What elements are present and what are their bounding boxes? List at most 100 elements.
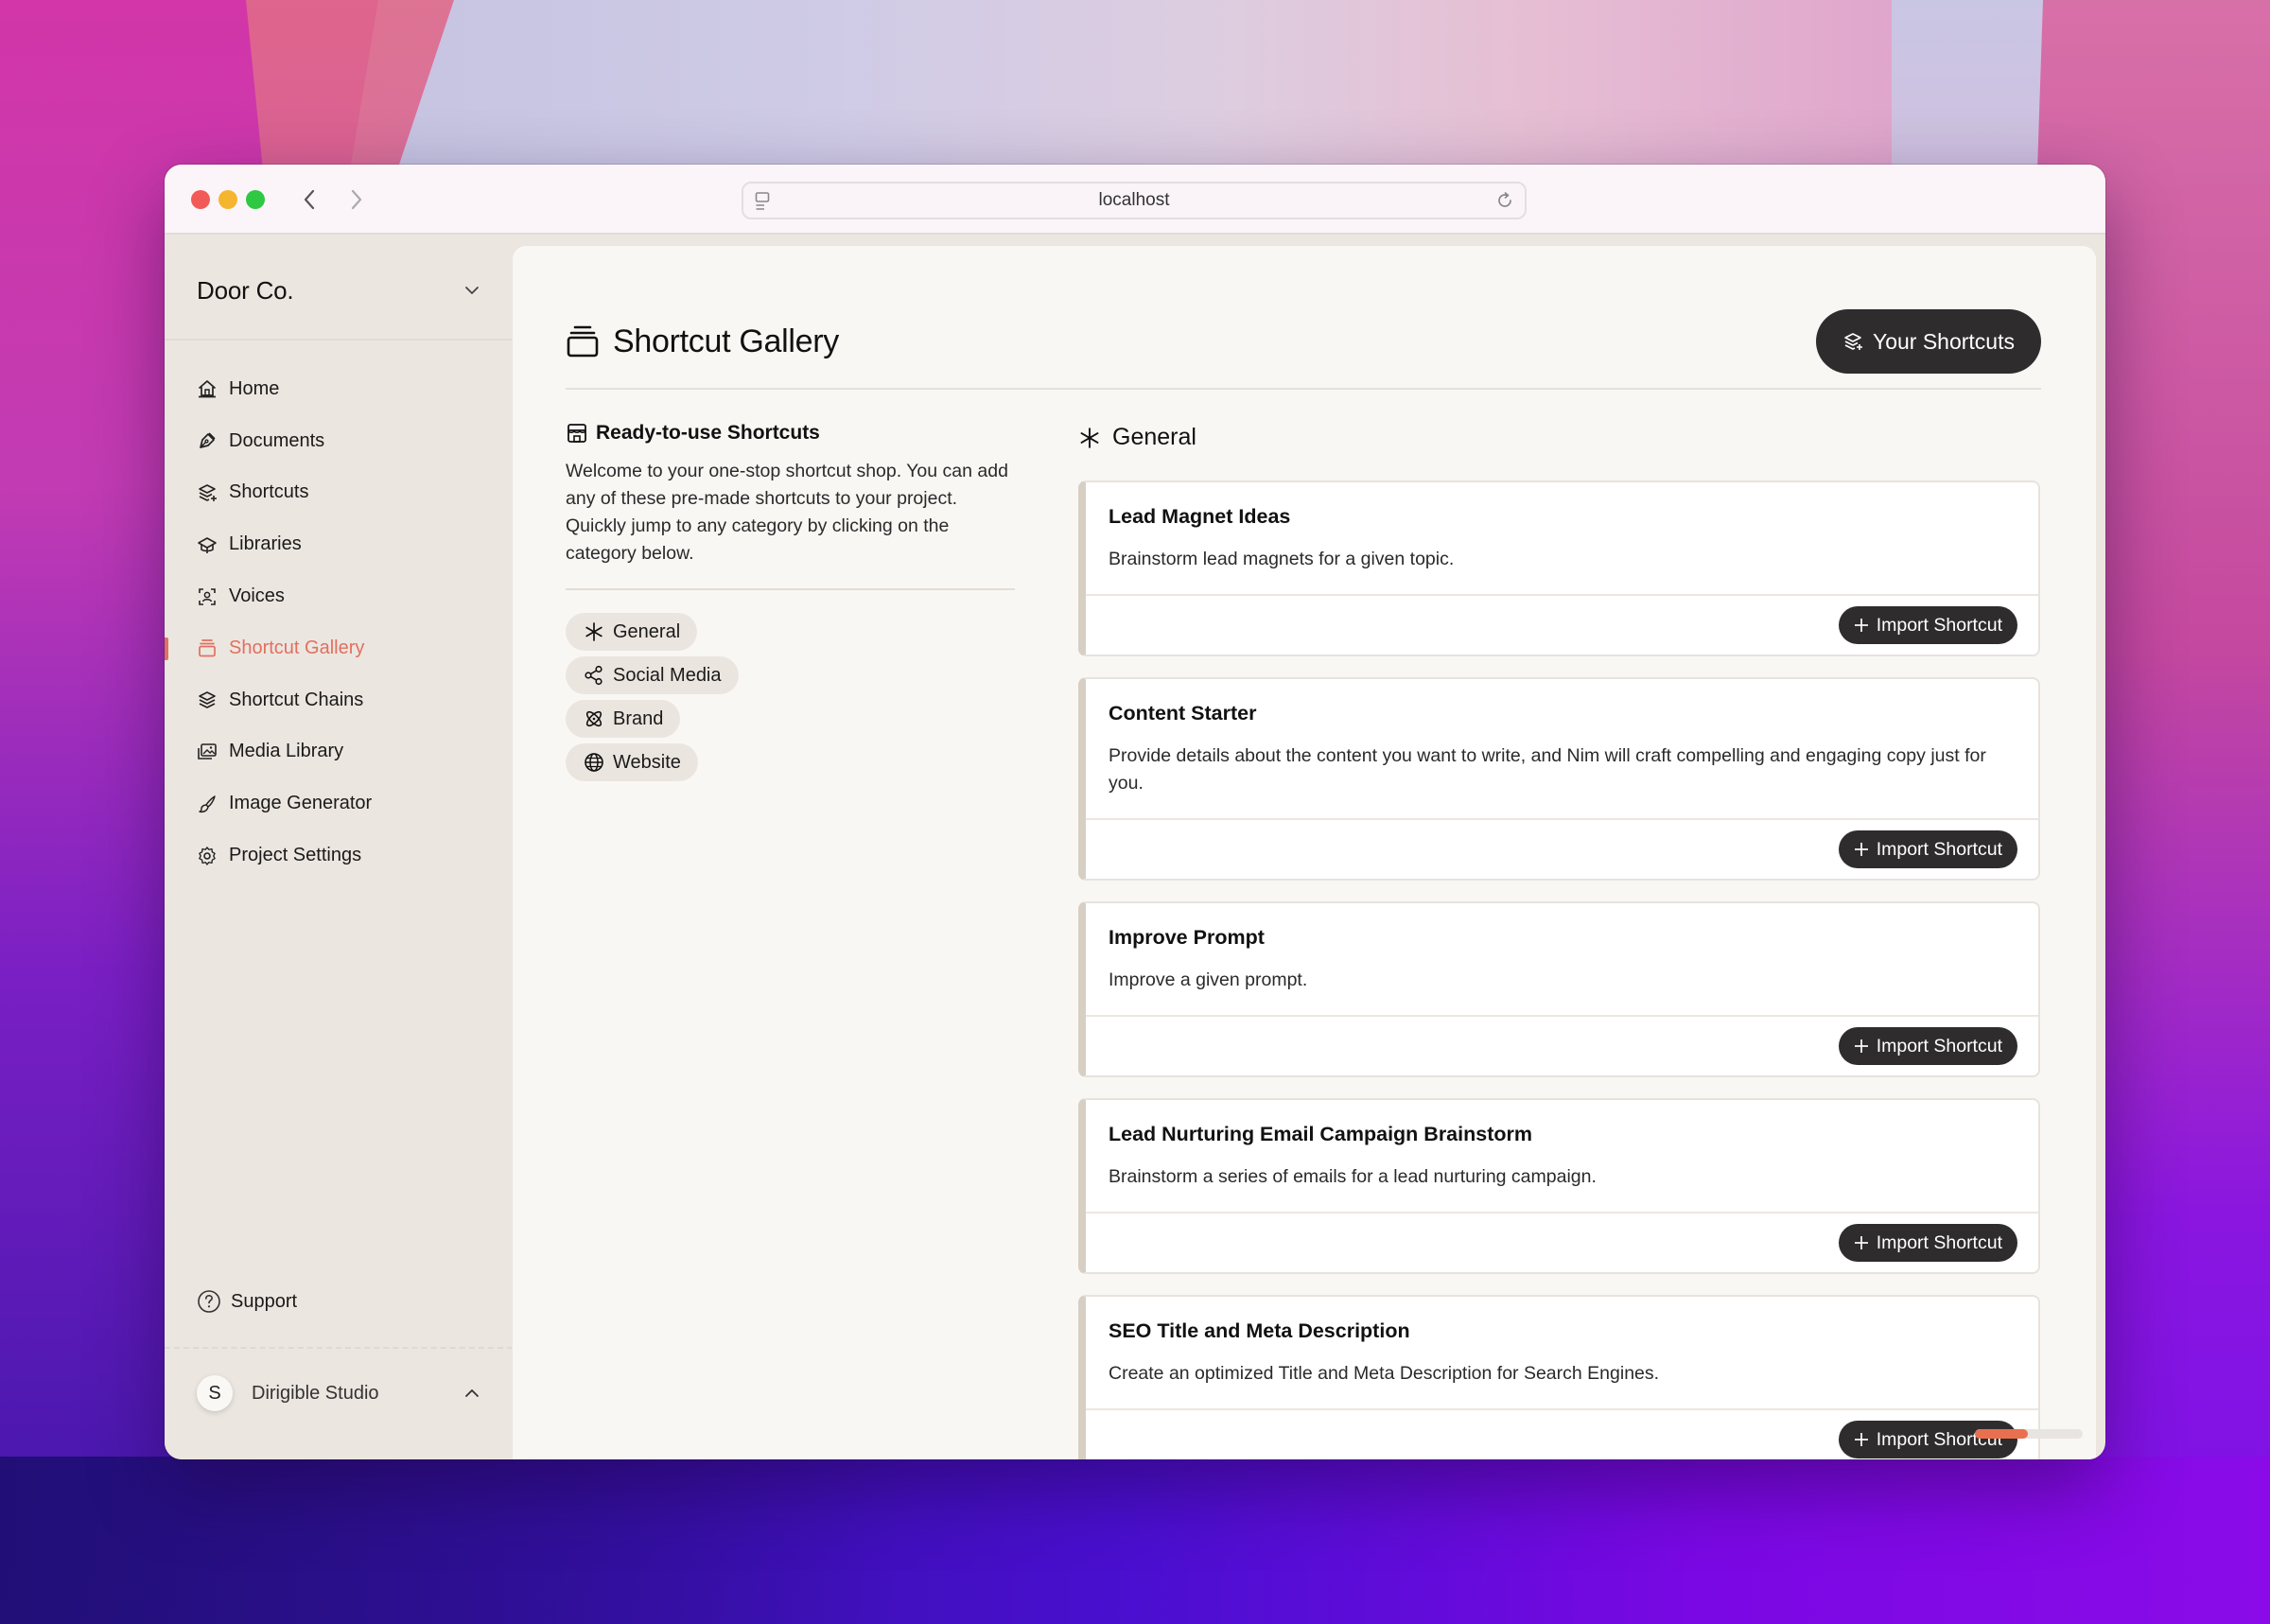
share-icon — [583, 664, 605, 687]
user-scan-icon — [197, 586, 218, 607]
sidebar-item-shortcut-gallery[interactable]: Shortcut Gallery — [165, 622, 513, 674]
sidebar-item-documents[interactable]: Documents — [165, 415, 513, 467]
chevron-up-icon — [465, 1389, 479, 1397]
sidebar-nav: Home Documents Shortcuts Libraries Voice… — [165, 363, 513, 882]
home-icon — [197, 378, 218, 399]
card-description: Create an optimized Title and Meta Descr… — [1109, 1363, 1660, 1384]
sidebar-item-label: Shortcuts — [229, 481, 309, 503]
chevron-left-icon — [304, 189, 315, 210]
graduation-cap-icon — [197, 534, 218, 555]
workspace-switcher[interactable]: Door Co. — [197, 267, 480, 314]
section-title: General — [1112, 424, 1196, 450]
layers-plus-icon — [1842, 331, 1863, 352]
url-text: localhost — [1098, 190, 1170, 210]
shortcut-card: Lead Nurturing Email Campaign Brainstorm… — [1078, 1098, 2040, 1274]
minimize-window-button[interactable] — [218, 190, 237, 209]
import-shortcut-button[interactable]: Import Shortcut — [1838, 1224, 2017, 1262]
support-label: Support — [231, 1290, 298, 1312]
reload-icon[interactable] — [1494, 190, 1515, 217]
category-label: Social Media — [613, 664, 722, 686]
import-shortcut-label: Import Shortcut — [1876, 614, 2002, 636]
avatar: S — [197, 1375, 233, 1411]
layers-icon — [197, 690, 218, 710]
plus-icon — [1854, 618, 1869, 633]
browser-titlebar: localhost — [165, 165, 2105, 235]
section-heading: General — [1078, 424, 1196, 451]
sidebar-item-libraries[interactable]: Libraries — [165, 518, 513, 570]
gallery-stack-icon — [197, 637, 218, 658]
sidebar-item-shortcut-chains[interactable]: Shortcut Chains — [165, 674, 513, 726]
user-menu[interactable]: S Dirigible Studio — [197, 1370, 480, 1417]
plus-icon — [1854, 1432, 1869, 1447]
intro-title: Ready-to-use Shortcuts — [596, 422, 820, 444]
your-shortcuts-button[interactable]: Your Shortcuts — [1815, 309, 2041, 374]
address-bar[interactable]: localhost — [742, 182, 1527, 219]
plus-icon — [1854, 1039, 1869, 1054]
shortcut-card: SEO Title and Meta Description Create an… — [1078, 1295, 2040, 1459]
import-shortcut-label: Import Shortcut — [1876, 1035, 2002, 1056]
category-list: General Social Media Brand Website — [566, 613, 1015, 781]
sidebar-divider — [165, 1347, 513, 1349]
category-general[interactable]: General — [566, 613, 698, 651]
import-shortcut-button[interactable]: Import Shortcut — [1838, 1027, 2017, 1065]
shortcut-card-list: Lead Magnet Ideas Brainstorm lead magnet… — [1078, 480, 2040, 1459]
browser-window: localhost Door Co. Home Documents Shortc… — [165, 165, 2105, 1459]
import-shortcut-label: Import Shortcut — [1876, 1231, 2002, 1253]
asterisk-icon — [583, 620, 605, 643]
import-shortcut-label: Import Shortcut — [1876, 838, 2002, 860]
maximize-window-button[interactable] — [246, 190, 265, 209]
category-social-media[interactable]: Social Media — [566, 656, 739, 694]
sidebar-item-label: Shortcut Chains — [229, 689, 364, 710]
card-title: SEO Title and Meta Description — [1109, 1319, 1410, 1342]
store-icon — [566, 422, 588, 445]
sidebar-item-label: Shortcut Gallery — [229, 637, 365, 658]
scrollbar-thumb[interactable] — [1975, 1429, 2028, 1439]
sidebar-item-label: Image Generator — [229, 793, 373, 814]
import-shortcut-button[interactable]: Import Shortcut — [1838, 1421, 2017, 1458]
page-menu-icon[interactable] — [755, 191, 770, 218]
chevron-right-icon — [351, 189, 362, 210]
plus-icon — [1854, 1235, 1869, 1250]
chevron-down-icon — [465, 287, 479, 294]
plus-icon — [1854, 842, 1869, 857]
category-brand[interactable]: Brand — [566, 700, 681, 738]
import-shortcut-button[interactable]: Import Shortcut — [1838, 606, 2017, 644]
category-website[interactable]: Website — [566, 743, 698, 781]
your-shortcuts-label: Your Shortcuts — [1872, 328, 2015, 354]
sidebar-item-shortcuts[interactable]: Shortcuts — [165, 467, 513, 519]
header-divider — [566, 388, 2041, 390]
sidebar-item-media-library[interactable]: Media Library — [165, 726, 513, 778]
category-label: General — [613, 620, 681, 642]
page-title: Shortcut Gallery — [613, 323, 839, 359]
card-description: Provide details about the content you wa… — [1109, 745, 1986, 794]
category-label: Website — [613, 751, 681, 773]
sidebar-item-label: Voices — [229, 585, 285, 607]
gear-icon — [197, 846, 218, 866]
sidebar-item-voices[interactable]: Voices — [165, 570, 513, 622]
layers-plus-icon — [197, 482, 218, 503]
sidebar-item-home[interactable]: Home — [165, 363, 513, 415]
intro-text: Welcome to your one-stop shortcut shop. … — [566, 461, 1008, 564]
sidebar: Door Co. Home Documents Shortcuts Librar… — [165, 235, 513, 1459]
sidebar-item-project-settings[interactable]: Project Settings — [165, 829, 513, 882]
page-header: Shortcut Gallery Your Shortcuts — [566, 308, 2041, 375]
back-button[interactable] — [295, 183, 323, 216]
card-description: Brainstorm a series of emails for a lead… — [1109, 1166, 1597, 1187]
intro-panel: Ready-to-use Shortcuts Welcome to your o… — [566, 422, 1015, 781]
main-content: Shortcut Gallery Your Shortcuts Ready-to… — [513, 246, 2096, 1459]
horizontal-scrollbar[interactable] — [1975, 1429, 2083, 1439]
forward-button[interactable] — [342, 183, 371, 216]
card-title: Lead Magnet Ideas — [1109, 505, 1291, 528]
card-title: Lead Nurturing Email Campaign Brainstorm — [1109, 1123, 1532, 1145]
pen-nib-icon — [197, 430, 218, 451]
support-link[interactable]: Support — [197, 1283, 297, 1320]
sidebar-item-label: Media Library — [229, 741, 344, 762]
card-title: Improve Prompt — [1109, 926, 1265, 949]
gallery-stack-icon — [567, 325, 599, 358]
asterisk-icon — [1078, 427, 1101, 449]
sidebar-item-label: Documents — [229, 429, 325, 451]
import-shortcut-button[interactable]: Import Shortcut — [1838, 830, 2017, 868]
sidebar-item-image-generator[interactable]: Image Generator — [165, 777, 513, 829]
close-window-button[interactable] — [191, 190, 210, 209]
workspace-name: Door Co. — [197, 275, 294, 305]
